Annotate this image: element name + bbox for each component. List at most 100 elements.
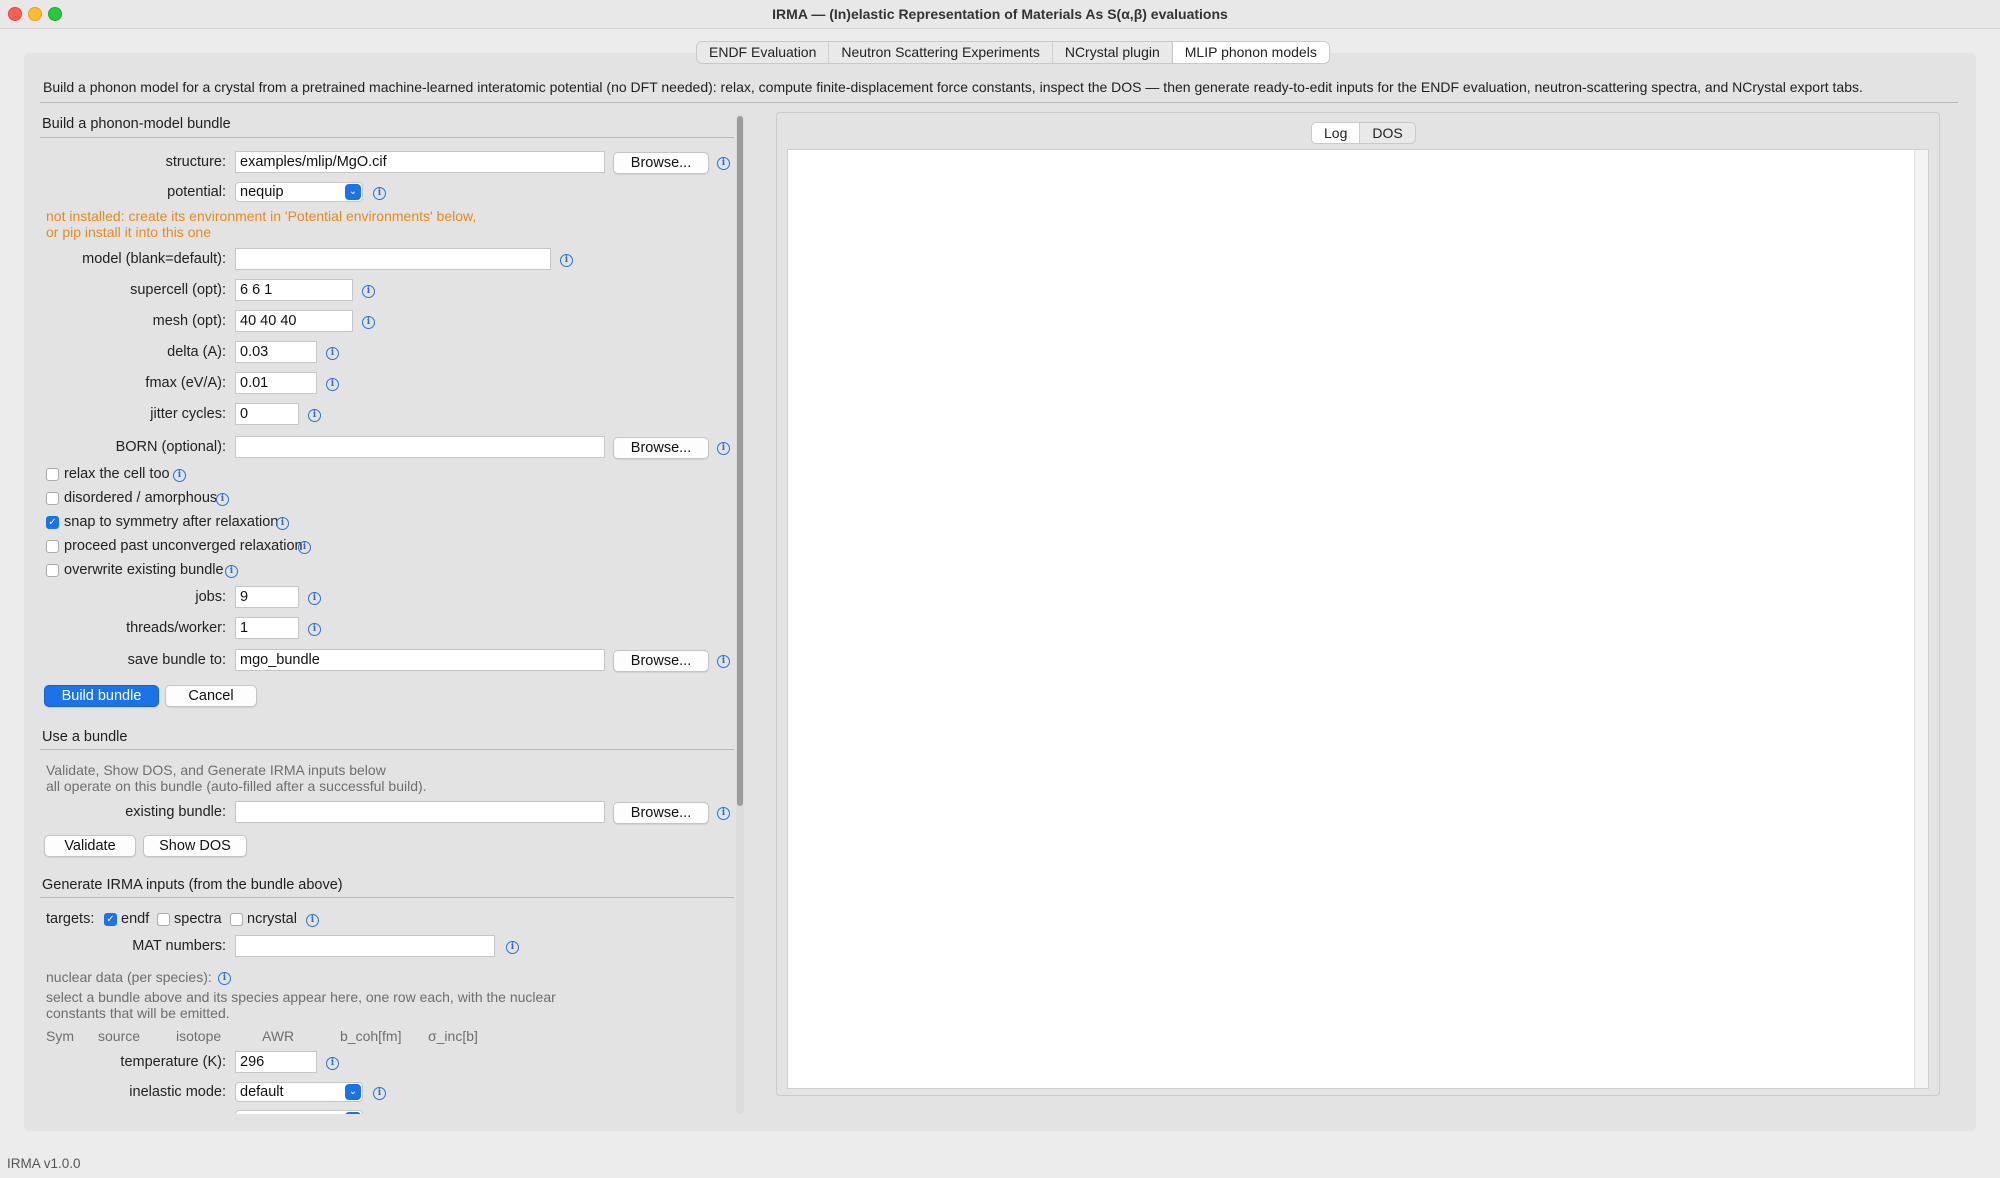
born-browse-button[interactable]: Browse... [613, 437, 709, 459]
divider [40, 137, 734, 138]
window-title: IRMA — (In)elastic Representation of Mat… [772, 6, 1228, 22]
tab-endf-evaluation[interactable]: ENDF Evaluation [697, 42, 830, 63]
jobs-input[interactable] [235, 586, 299, 608]
target-ncrystal-checkbox[interactable] [230, 913, 243, 926]
inelastic-mode-value: default [240, 1084, 284, 1100]
info-icon[interactable]: i [308, 409, 321, 422]
info-icon[interactable]: i [298, 541, 311, 554]
born-label: BORN (optional): [115, 439, 226, 455]
cancel-button[interactable]: Cancel [165, 685, 257, 707]
jitter-input[interactable] [235, 403, 299, 425]
model-input[interactable] [235, 248, 551, 270]
relax-cell-checkbox[interactable] [46, 468, 59, 481]
mesh-label: mesh (opt): [152, 313, 226, 329]
mat-numbers-label: MAT numbers: [132, 938, 226, 954]
info-icon[interactable]: i [506, 941, 519, 954]
column-header-bcoh: b_coh[fm] [340, 1028, 402, 1044]
column-header-sigma-inc: σ_inc[b] [428, 1028, 478, 1044]
potential-value: nequip [240, 184, 284, 200]
info-icon[interactable]: i [173, 469, 186, 482]
disordered-checkbox[interactable] [46, 492, 59, 505]
tab-mlip-phonon-models[interactable]: MLIP phonon models [1172, 42, 1329, 63]
info-icon[interactable]: i [373, 1087, 386, 1100]
delta-input[interactable] [235, 341, 317, 363]
info-icon[interactable]: i [326, 1057, 339, 1070]
column-header-awr: AWR [262, 1028, 295, 1044]
mat-numbers-input[interactable] [235, 935, 495, 957]
tab-neutron-scattering[interactable]: Neutron Scattering Experiments [829, 42, 1053, 63]
save-bundle-label: save bundle to: [127, 652, 226, 668]
info-icon[interactable]: i [362, 285, 375, 298]
target-endf-checkbox[interactable]: ✓ [104, 913, 117, 926]
existing-browse-button[interactable]: Browse... [613, 802, 709, 824]
delta-label: delta (A): [167, 344, 226, 360]
snap-symmetry-checkbox[interactable]: ✓ [46, 516, 59, 529]
born-input[interactable] [235, 436, 605, 458]
nuclear-note-line1: select a bundle above and its species ap… [46, 989, 556, 1005]
tab-dos[interactable]: DOS [1360, 123, 1414, 143]
use-note-line1: Validate, Show DOS, and Generate IRMA in… [46, 762, 386, 778]
temperature-input[interactable] [235, 1051, 317, 1073]
proceed-unconverged-label: proceed past unconverged relaxation [64, 538, 303, 554]
log-text-area[interactable] [787, 149, 1929, 1089]
log-scrollbar[interactable] [1914, 150, 1928, 1088]
fmax-input[interactable] [235, 372, 317, 394]
supercell-label: supercell (opt): [130, 282, 226, 298]
output-tabs: Log DOS [1311, 122, 1416, 144]
info-icon[interactable]: i [276, 517, 289, 530]
info-icon[interactable]: i [326, 347, 339, 360]
proceed-unconverged-checkbox[interactable] [46, 540, 59, 553]
target-spectra-checkbox[interactable] [157, 913, 170, 926]
validate-button[interactable]: Validate [44, 835, 136, 857]
info-icon[interactable]: i [218, 972, 231, 985]
divider [40, 897, 734, 898]
info-icon[interactable]: i [306, 914, 319, 927]
disordered-label: disordered / amorphous [64, 490, 218, 506]
nuclear-data-label: nuclear data (per species): [46, 969, 212, 985]
nuclear-note-line2: constants that will be emitted. [46, 1005, 230, 1021]
show-dos-button[interactable]: Show DOS [143, 835, 247, 857]
supercell-input[interactable] [235, 279, 353, 301]
inelastic-mode-select[interactable]: default ⌄ [235, 1082, 363, 1102]
structure-browse-button[interactable]: Browse... [613, 152, 709, 174]
warning-text-line2: or pip install it into this one [46, 224, 211, 240]
structure-label: structure: [165, 154, 226, 170]
existing-bundle-input[interactable] [235, 801, 605, 823]
overwrite-checkbox[interactable] [46, 564, 59, 577]
threads-input[interactable] [235, 617, 299, 639]
main-tabs: ENDF Evaluation Neutron Scattering Exper… [696, 41, 1330, 64]
info-icon[interactable]: i [717, 442, 730, 455]
info-icon[interactable]: i [717, 655, 730, 668]
column-header-isotope: isotope [176, 1028, 222, 1044]
info-icon[interactable]: i [216, 493, 229, 506]
form-scrollbar-thumb[interactable] [737, 116, 743, 806]
column-header-source: source [98, 1028, 141, 1044]
title-bar: IRMA — (In)elastic Representation of Mat… [0, 0, 2000, 29]
info-icon[interactable]: i [308, 592, 321, 605]
partial-select[interactable]: ⌄ [235, 1110, 363, 1114]
existing-bundle-label: existing bundle: [125, 804, 226, 820]
generate-section-heading: Generate IRMA inputs (from the bundle ab… [42, 877, 343, 893]
info-icon[interactable]: i [373, 187, 386, 200]
use-note-line2: all operate on this bundle (auto-filled … [46, 778, 427, 794]
info-icon[interactable]: i [717, 807, 730, 820]
tab-ncrystal-plugin[interactable]: NCrystal plugin [1053, 42, 1173, 63]
info-icon[interactable]: i [362, 316, 375, 329]
build-bundle-button[interactable]: Build bundle [44, 685, 159, 707]
save-browse-button[interactable]: Browse... [613, 650, 709, 672]
info-icon[interactable]: i [326, 378, 339, 391]
mesh-input[interactable] [235, 310, 353, 332]
save-bundle-input[interactable] [235, 649, 605, 671]
info-icon[interactable]: i [560, 254, 573, 267]
structure-input[interactable] [235, 151, 605, 173]
tab-log[interactable]: Log [1312, 123, 1361, 143]
info-icon[interactable]: i [717, 157, 730, 170]
output-panel: Log DOS [776, 112, 1940, 1096]
info-icon[interactable]: i [225, 565, 238, 578]
target-spectra-label: spectra [174, 911, 222, 927]
temperature-label: temperature (K): [120, 1054, 226, 1070]
info-icon[interactable]: i [308, 623, 321, 636]
use-section-heading: Use a bundle [42, 729, 128, 745]
fmax-label: fmax (eV/A): [145, 375, 226, 391]
potential-select[interactable]: nequip ⌄ [235, 182, 363, 202]
